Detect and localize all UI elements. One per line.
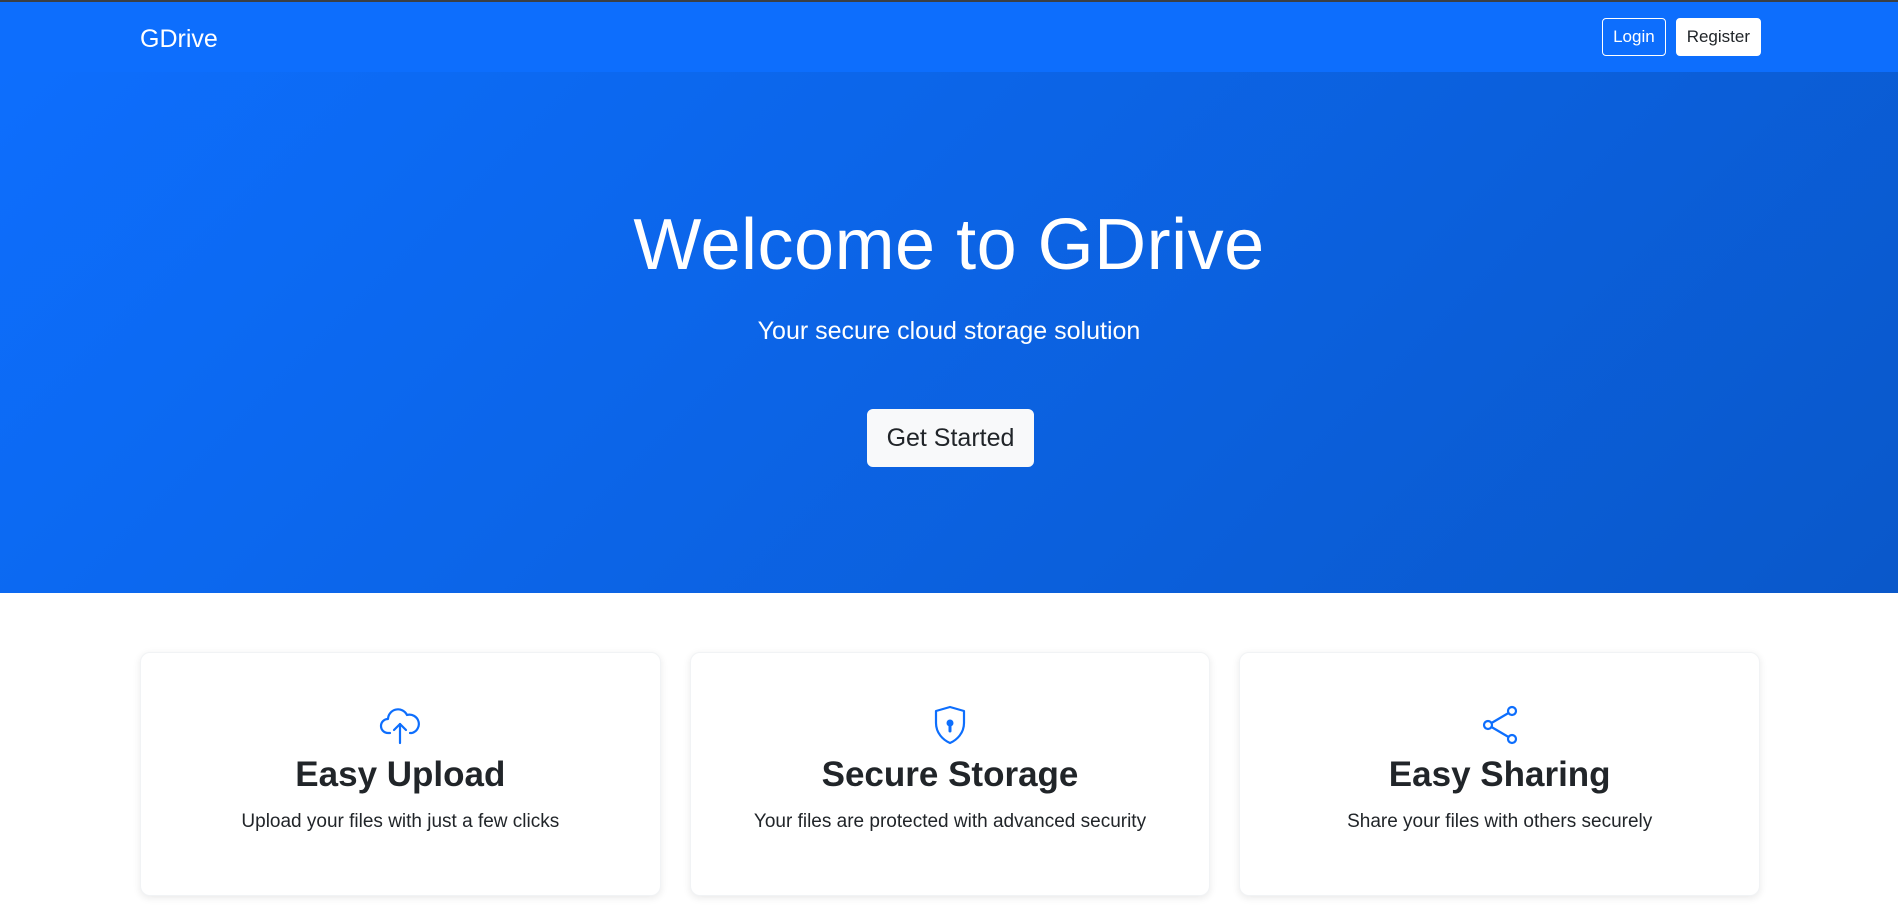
feature-title: Easy Upload [295,755,506,794]
hero-title: Welcome to GDrive [633,205,1265,285]
navbar: GDrive Login Register [0,0,1898,72]
share-icon [1482,705,1517,745]
feature-text: Share your files with others securely [1347,811,1653,832]
get-started-button[interactable]: Get Started [867,409,1034,467]
cloud-upload-icon [380,708,421,745]
features-section: Easy Upload Upload your files with just … [140,652,1761,896]
feature-text: Upload your files with just a few clicks [241,811,560,832]
hero-subtitle: Your secure cloud storage solution [757,317,1141,345]
feature-text: Your files are protected with advanced s… [753,811,1147,832]
nav-actions: Login Register [1602,18,1761,56]
hero-section: Welcome to GDrive Your secure cloud stor… [0,72,1898,593]
brand-link[interactable]: GDrive [140,24,218,54]
login-button[interactable]: Login [1602,18,1666,56]
feature-title: Secure Storage [821,755,1079,794]
feature-card-security: Secure Storage Your files are protected … [689,652,1211,896]
shield-lock-icon [934,705,966,745]
feature-card-sharing: Easy Sharing Share your files with other… [1239,652,1761,896]
feature-title: Easy Sharing [1388,755,1611,794]
feature-card-upload: Easy Upload Upload your files with just … [140,652,661,896]
register-button[interactable]: Register [1675,18,1761,56]
